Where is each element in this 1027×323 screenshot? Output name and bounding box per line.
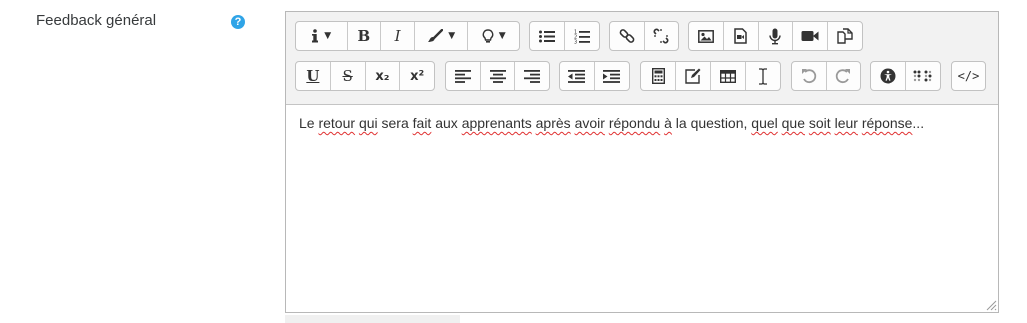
align-left-button[interactable] xyxy=(446,62,481,90)
toolbar-group-indent xyxy=(559,61,630,91)
edit-icon xyxy=(685,68,701,84)
microphone-icon xyxy=(769,28,782,45)
chevron-down-icon: ▼ xyxy=(498,31,506,41)
resize-handle-icon[interactable] xyxy=(985,299,997,311)
outdent-icon xyxy=(568,69,586,83)
table-button[interactable] xyxy=(711,62,746,90)
spellcheck-word: à xyxy=(664,115,672,131)
spellcheck-word: qui xyxy=(358,115,378,131)
align-right-icon xyxy=(524,69,541,83)
record-audio-button[interactable] xyxy=(759,22,794,50)
cursor-button[interactable] xyxy=(746,62,780,90)
align-left-icon xyxy=(454,69,471,83)
chevron-down-icon: ▼ xyxy=(448,31,456,41)
toolbar-group-html: </> xyxy=(951,61,986,91)
content-text: aux xyxy=(431,115,462,131)
bold-button[interactable]: B xyxy=(348,22,382,50)
editor-content-area[interactable]: Le retour qui sera fait aux apprenants a… xyxy=(286,104,998,312)
toolbar-group-insert xyxy=(640,61,781,91)
rich-text-editor: ▼ B I ▼ ▼ 123 U S x₂ x² </> Le retour qu… xyxy=(285,11,999,313)
link-icon xyxy=(619,28,635,44)
info-icon xyxy=(311,29,319,43)
record-video-button[interactable] xyxy=(793,22,829,50)
spellcheck-word: fait xyxy=(412,115,432,131)
question-circle-icon[interactable]: ? xyxy=(231,15,245,29)
editor-footer-bar xyxy=(285,315,460,323)
manage-files-icon xyxy=(837,28,853,44)
edit-button[interactable] xyxy=(676,62,711,90)
toolbar-group-accessibility xyxy=(870,61,941,91)
media-file-icon xyxy=(734,28,747,44)
content-text: la question, xyxy=(671,115,752,131)
spellcheck-word: réponse xyxy=(861,115,913,131)
undo-icon xyxy=(801,68,817,84)
chevron-down-icon: ▼ xyxy=(324,31,332,41)
media-button[interactable] xyxy=(724,22,759,50)
field-label: Feedback général xyxy=(36,12,157,29)
manage-files-button[interactable] xyxy=(828,22,862,50)
content-text: Le xyxy=(299,115,319,131)
unordered-list-button[interactable] xyxy=(530,22,565,50)
accessibility-icon xyxy=(880,68,896,84)
redo-icon xyxy=(835,68,851,84)
redo-button[interactable] xyxy=(827,62,861,90)
align-center-button[interactable] xyxy=(481,62,516,90)
link-button[interactable] xyxy=(610,22,645,50)
text-color-button[interactable]: ▼ xyxy=(415,22,469,50)
ordered-list-icon: 123 xyxy=(574,29,590,44)
content-text: ... xyxy=(912,115,925,131)
align-center-icon xyxy=(489,69,506,83)
unlink-button[interactable] xyxy=(645,22,679,50)
spellcheck-word: après xyxy=(535,115,571,131)
spellcheck-word: répondu xyxy=(608,115,661,131)
braille-icon xyxy=(913,70,933,82)
editor-toolbar: ▼ B I ▼ ▼ 123 U S x₂ x² </> xyxy=(286,12,998,104)
align-right-button[interactable] xyxy=(515,62,549,90)
screenreader-helper-button[interactable] xyxy=(906,62,941,90)
spellcheck-word: que xyxy=(781,115,805,131)
toolbar-group-links xyxy=(609,21,679,51)
video-camera-icon xyxy=(801,30,819,42)
strikethrough-button[interactable]: S xyxy=(331,62,366,90)
spellcheck-word: leur xyxy=(834,115,858,131)
toolbar-group-font-style: U S x₂ x² xyxy=(295,61,435,91)
subscript-button[interactable]: x₂ xyxy=(366,62,401,90)
toolbar-group-media xyxy=(688,21,863,51)
toolbar-group-align xyxy=(445,61,550,91)
lightbulb-button[interactable]: ▼ xyxy=(468,22,519,50)
accessibility-checker-button[interactable] xyxy=(871,62,906,90)
underline-button[interactable]: U xyxy=(296,62,331,90)
image-button[interactable] xyxy=(689,22,724,50)
italic-button[interactable]: I xyxy=(381,22,415,50)
spellcheck-word: quel xyxy=(751,115,778,131)
toolbar-group-history xyxy=(791,61,861,91)
unlink-icon xyxy=(653,28,669,44)
calculator-icon xyxy=(651,68,665,84)
lightbulb-icon xyxy=(482,28,494,44)
toolbar-group-lists: 123 xyxy=(529,21,600,51)
svg-text:3: 3 xyxy=(574,39,577,44)
content-text: sera xyxy=(377,115,413,131)
spellcheck-word: avoir xyxy=(574,115,605,131)
spellcheck-word: retour xyxy=(318,115,356,131)
table-icon xyxy=(720,69,736,83)
outdent-button[interactable] xyxy=(560,62,595,90)
equation-button[interactable] xyxy=(641,62,676,90)
undo-button[interactable] xyxy=(792,62,827,90)
toolbar-group-style: ▼ B I ▼ ▼ xyxy=(295,21,520,51)
html-source-button[interactable]: </> xyxy=(952,62,985,90)
spellcheck-word: apprenants xyxy=(461,115,532,131)
unordered-list-icon xyxy=(538,30,555,43)
text-cursor-icon xyxy=(758,67,768,85)
indent-icon xyxy=(603,69,621,83)
info-dropdown-button[interactable]: ▼ xyxy=(296,22,348,50)
indent-button[interactable] xyxy=(595,62,630,90)
superscript-button[interactable]: x² xyxy=(400,62,434,90)
ordered-list-button[interactable]: 123 xyxy=(565,22,600,50)
image-icon xyxy=(697,29,714,43)
spellcheck-word: soit xyxy=(808,115,831,131)
paint-brush-icon xyxy=(427,29,444,43)
